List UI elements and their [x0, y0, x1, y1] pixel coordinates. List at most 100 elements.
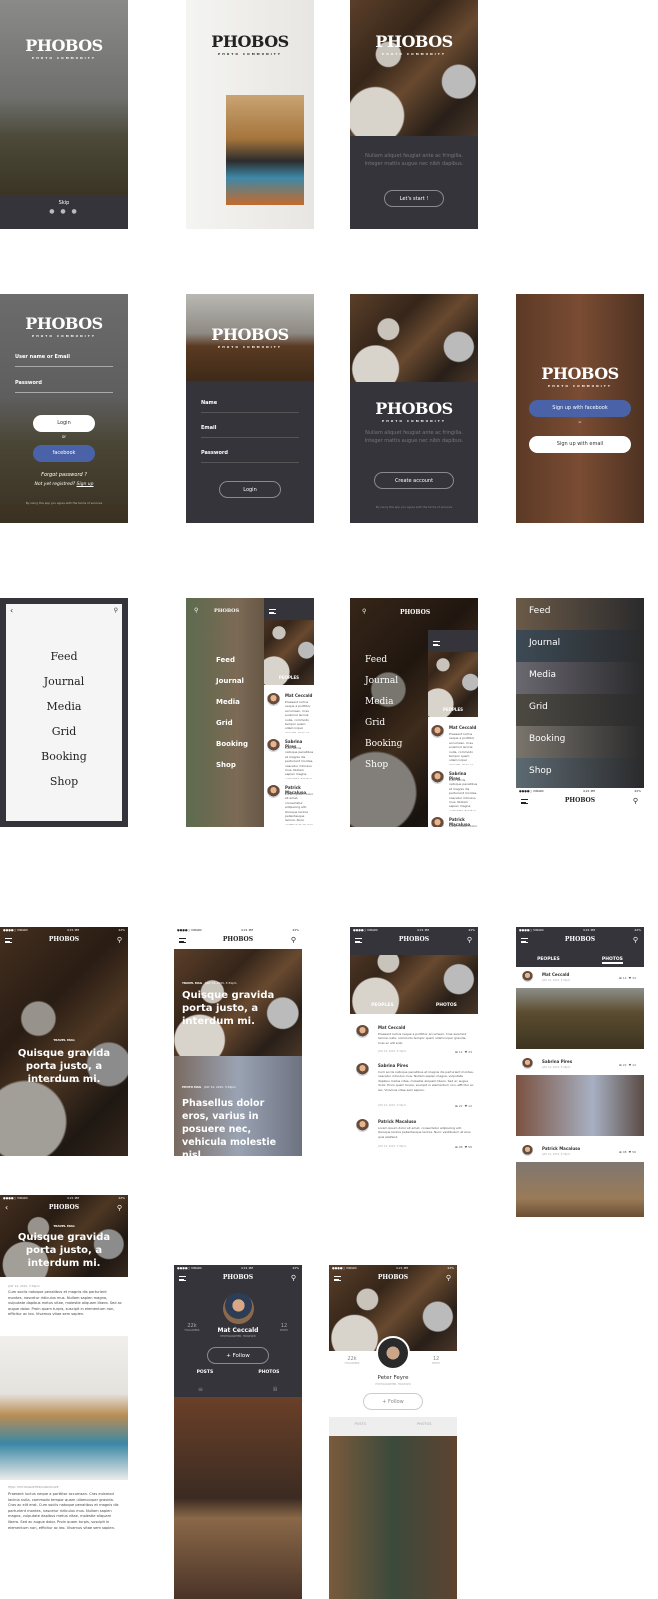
avatar[interactable]	[376, 1336, 410, 1370]
followers-stat[interactable]: 22k FOLLOWERS	[182, 1323, 202, 1332]
heart-icon[interactable]: ♥	[629, 976, 632, 980]
list-item[interactable]: Patrick MacalusoLorem ipsum dolor sit am…	[431, 817, 478, 827]
chevron-left-icon[interactable]: ‹	[10, 606, 13, 615]
post-photo[interactable]	[516, 1162, 644, 1217]
comment-icon[interactable]: ▬	[619, 1150, 622, 1154]
signup-email-button[interactable]: Sign up with email	[529, 436, 631, 453]
comment-icon[interactable]: ▬	[455, 1050, 458, 1054]
photo-grid[interactable]	[174, 1397, 302, 1599]
username-field[interactable]: User name or Email	[15, 354, 113, 367]
article-title[interactable]: Quisque gravida porta justo, a interdum …	[182, 989, 294, 1028]
name-field[interactable]: Name	[201, 400, 299, 413]
post-photo[interactable]	[516, 988, 644, 1049]
list-item[interactable]: Sabrina Pires Cum sociis natoque penatibu…	[267, 739, 314, 779]
list-item[interactable]: Mat Ceccald Praesent luctus neque a portt…	[267, 693, 314, 733]
menu-item-feed[interactable]: Feed	[516, 598, 644, 630]
feed-preview[interactable]: PEOPLES Mat Ceccald Praesent luctus neque…	[264, 598, 314, 827]
article-title[interactable]: Phasellus dolor eros, varius in posuere …	[182, 1097, 294, 1156]
facebook-login-button[interactable]: facebook	[33, 445, 95, 462]
avatar[interactable]	[431, 817, 444, 827]
menu-item-shop[interactable]: Shop	[216, 755, 248, 776]
menu-item-grid[interactable]: Grid	[365, 713, 402, 734]
menu-item-feed[interactable]: Feed	[6, 644, 122, 669]
avatar[interactable]	[356, 1063, 369, 1076]
list-item[interactable]: Mat Ceccald Praesent luctus neque a portt…	[431, 725, 478, 765]
heart-icon[interactable]: ♥	[465, 1050, 468, 1054]
tab-photos[interactable]: PHOTOS	[258, 1370, 279, 1375]
login-button[interactable]: Login	[33, 415, 95, 432]
author-name[interactable]: Patrick Macaluso	[378, 1119, 416, 1124]
menu-item-grid[interactable]: Grid	[6, 719, 122, 744]
comment-icon[interactable]: ▬	[455, 1145, 458, 1149]
avatar[interactable]	[431, 725, 444, 738]
avatar[interactable]	[356, 1025, 369, 1038]
signup-facebook-button[interactable]: Sign up with facebook	[529, 400, 631, 417]
search-icon[interactable]: ⚲	[114, 607, 118, 614]
avatar[interactable]	[267, 785, 280, 798]
list-item[interactable]: Sabrina Pires Cum sociis natoque penatibu…	[356, 1063, 474, 1108]
skip-link[interactable]: Skip	[0, 200, 128, 206]
heart-icon[interactable]: ♥	[465, 1104, 468, 1108]
search-icon[interactable]: ⚲	[446, 1274, 451, 1282]
search-icon[interactable]: ⚲	[362, 608, 366, 615]
search-icon[interactable]: ⚲	[117, 1204, 122, 1212]
create-account-button[interactable]: Create account	[374, 472, 454, 489]
search-icon[interactable]: ⚲	[117, 936, 122, 944]
grid-view-icon[interactable]: ⁞⁞	[273, 1386, 277, 1393]
menu-item-journal[interactable]: Journal	[6, 669, 122, 694]
menu-item-media[interactable]: Media	[216, 692, 248, 713]
avatar[interactable]	[223, 1293, 254, 1324]
author-name[interactable]: Mat Ceccald	[378, 1025, 405, 1030]
menu-item-media[interactable]: Media	[6, 694, 122, 719]
list-item[interactable]: Mat Ceccald JULY 14, 2015, 3:34pm ▬ 12 ♥ 3…	[516, 969, 644, 1056]
follow-button[interactable]: + Follow	[207, 1347, 269, 1364]
author-name[interactable]: Sabrina Pires	[378, 1063, 408, 1068]
page-indicator[interactable]: ● ● ●	[0, 208, 128, 215]
tab-photos[interactable]: PHOTOS	[601, 957, 623, 964]
avatar[interactable]	[356, 1119, 369, 1132]
heart-icon[interactable]: ♥	[629, 1150, 632, 1154]
search-icon[interactable]: ⚲	[291, 1274, 296, 1282]
avatar[interactable]	[267, 739, 280, 752]
tab-photos[interactable]: PHOTOS	[417, 1422, 432, 1436]
menu-item-booking[interactable]: Booking	[365, 734, 402, 755]
heart-icon[interactable]: ♥	[629, 1063, 632, 1067]
list-item[interactable]: Mat Ceccald Praesent luctus neque a portt…	[356, 1025, 474, 1061]
avatar[interactable]	[431, 771, 444, 784]
tab-posts[interactable]: POSTS	[354, 1422, 365, 1436]
sign-up-link[interactable]: Sign up	[77, 482, 94, 487]
search-icon[interactable]: ⚲	[633, 936, 638, 944]
menu-item-shop[interactable]: Shop	[516, 758, 644, 790]
start-button[interactable]: Let's start !	[384, 190, 444, 207]
search-icon[interactable]: ⚲	[291, 936, 296, 944]
list-item[interactable]: Patrick MacalusoLorem ipsum dolor sit am…	[267, 785, 314, 825]
menu-item-media[interactable]: Media	[365, 692, 402, 713]
followers-stat[interactable]: 22k FOLLOWERS	[339, 1356, 365, 1365]
tab-posts[interactable]: POSTS	[197, 1370, 214, 1375]
email-field[interactable]: Email	[201, 425, 299, 438]
menu-item-grid[interactable]: Grid	[516, 694, 644, 726]
avatar[interactable]	[522, 1145, 533, 1156]
menu-item-booking[interactable]: Booking	[6, 744, 122, 769]
menu-item-feed[interactable]: Feed	[216, 650, 248, 671]
search-icon[interactable]: ⚲	[467, 936, 472, 944]
avatar[interactable]	[522, 1058, 533, 1069]
menu-item-shop[interactable]: Shop	[6, 769, 122, 794]
list-item[interactable]: Sabrina Pires JULY 14, 2015, 3:34pm ▬ 22 ♥…	[516, 1056, 644, 1143]
menu-item-feed[interactable]: Feed	[365, 650, 402, 671]
avatar[interactable]	[267, 693, 280, 706]
menu-item-grid[interactable]: Grid	[216, 713, 248, 734]
comment-icon[interactable]: ▬	[455, 1104, 458, 1108]
menu-item-booking[interactable]: Booking	[216, 734, 248, 755]
tab-photos[interactable]: PHOTOS	[436, 1003, 457, 1008]
tab-peoples[interactable]: PEOPLES	[537, 957, 560, 964]
heart-icon[interactable]: ♥	[465, 1145, 468, 1149]
list-view-icon[interactable]: ≡	[198, 1386, 203, 1393]
tab-peoples[interactable]: PEOPLES	[264, 675, 314, 680]
list-item[interactable]: Patrick Macaluso JULY 14, 2015, 3:34pm ▬ 0…	[516, 1143, 644, 1217]
posts-stat[interactable]: 12 POSTS	[425, 1356, 447, 1365]
post-photo[interactable]	[516, 1075, 644, 1136]
menu-item-booking[interactable]: Booking	[516, 726, 644, 758]
comment-icon[interactable]: ▬	[619, 976, 622, 980]
comment-icon[interactable]: ▬	[619, 1063, 622, 1067]
